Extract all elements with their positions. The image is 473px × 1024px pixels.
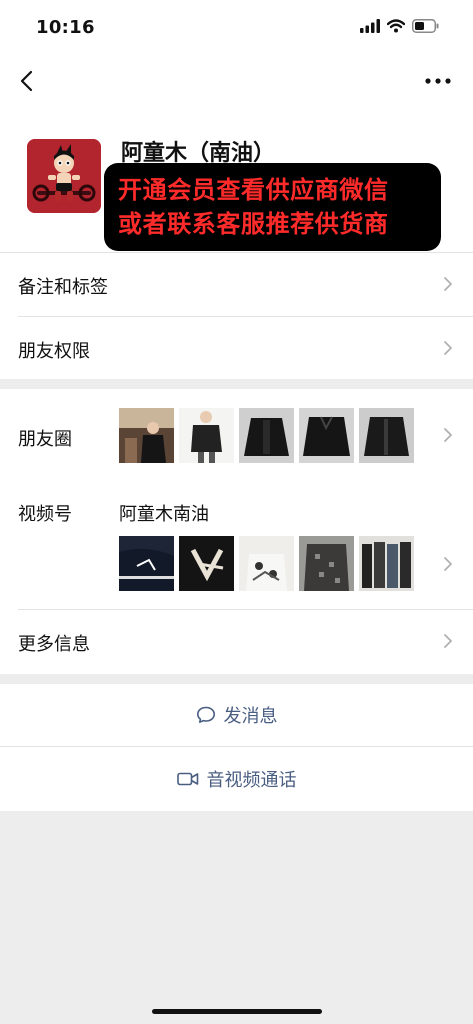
more-info-label: 更多信息	[18, 634, 90, 655]
profile-info: 阿童木（南油） 开通会员查看供应商微信 或者联系客服推荐供货商	[0, 125, 473, 252]
video-camera-icon	[176, 772, 198, 786]
remarks-tags-row[interactable]: 备注和标签	[0, 252, 473, 316]
wifi-icon	[387, 19, 405, 33]
send-message-button[interactable]: 发消息	[0, 684, 473, 746]
status-icons	[360, 19, 439, 33]
moments-thumbnails	[119, 408, 414, 463]
moments-thumbnail	[359, 408, 414, 463]
battery-icon	[412, 19, 439, 33]
video-call-label: 音视频通话	[206, 770, 297, 791]
channel-thumbnails	[119, 536, 414, 591]
moments-row[interactable]: 朋友圈	[0, 389, 473, 481]
status-time: 10:16	[36, 17, 95, 38]
signal-icon	[360, 19, 380, 33]
channels-label: 视频号	[18, 504, 72, 525]
send-message-label: 发消息	[223, 706, 278, 727]
channels-row[interactable]: 视频号 阿童木南油	[0, 481, 473, 607]
feed-section: 朋友圈 视频号 阿童木南油 更多信息	[0, 389, 473, 674]
moments-thumbnail	[119, 408, 174, 463]
actions-section: 发消息 音视频通话	[0, 684, 473, 811]
chevron-right-icon	[444, 341, 452, 355]
chevron-right-icon	[444, 634, 452, 648]
moments-thumbnail	[239, 408, 294, 463]
channel-thumbnail	[299, 536, 354, 591]
moments-thumbnail	[179, 408, 234, 463]
channel-thumbnail	[119, 536, 174, 591]
banner-line-2: 或者联系客服推荐供货商	[118, 210, 389, 238]
avatar[interactable]	[27, 139, 101, 213]
chevron-right-icon	[444, 428, 452, 442]
channel-thumbnail	[239, 536, 294, 591]
chat-bubble-icon	[196, 706, 215, 723]
home-indicator	[152, 1009, 322, 1014]
promo-banner: 开通会员查看供应商微信 或者联系客服推荐供货商	[104, 163, 441, 251]
channel-thumbnail	[359, 536, 414, 591]
friend-permissions-label: 朋友权限	[18, 341, 90, 362]
chevron-left-icon[interactable]	[16, 66, 40, 96]
chevron-right-icon	[444, 277, 452, 291]
video-call-button[interactable]: 音视频通话	[0, 747, 473, 811]
channel-thumbnail	[179, 536, 234, 591]
moments-label: 朋友圈	[18, 429, 72, 450]
friend-permissions-row[interactable]: 朋友权限	[0, 316, 473, 379]
chevron-right-icon	[444, 557, 452, 571]
status-bar: 10:16	[0, 0, 473, 56]
remarks-tags-label: 备注和标签	[18, 277, 108, 298]
more-info-row[interactable]: 更多信息	[0, 609, 473, 674]
nav-bar	[0, 56, 473, 106]
profile-header: 10:16 阿童木（南油） 开通会员查看供应商微信 或者联系客服推荐供货商	[0, 0, 473, 252]
banner-line-1: 开通会员查看供应商微信	[118, 176, 389, 204]
settings-section: 备注和标签 朋友权限	[0, 252, 473, 379]
ellipsis-icon[interactable]	[423, 68, 453, 94]
avatar-robot-image	[27, 139, 101, 213]
channel-name: 阿童木南油	[119, 504, 209, 525]
moments-thumbnail	[299, 408, 354, 463]
